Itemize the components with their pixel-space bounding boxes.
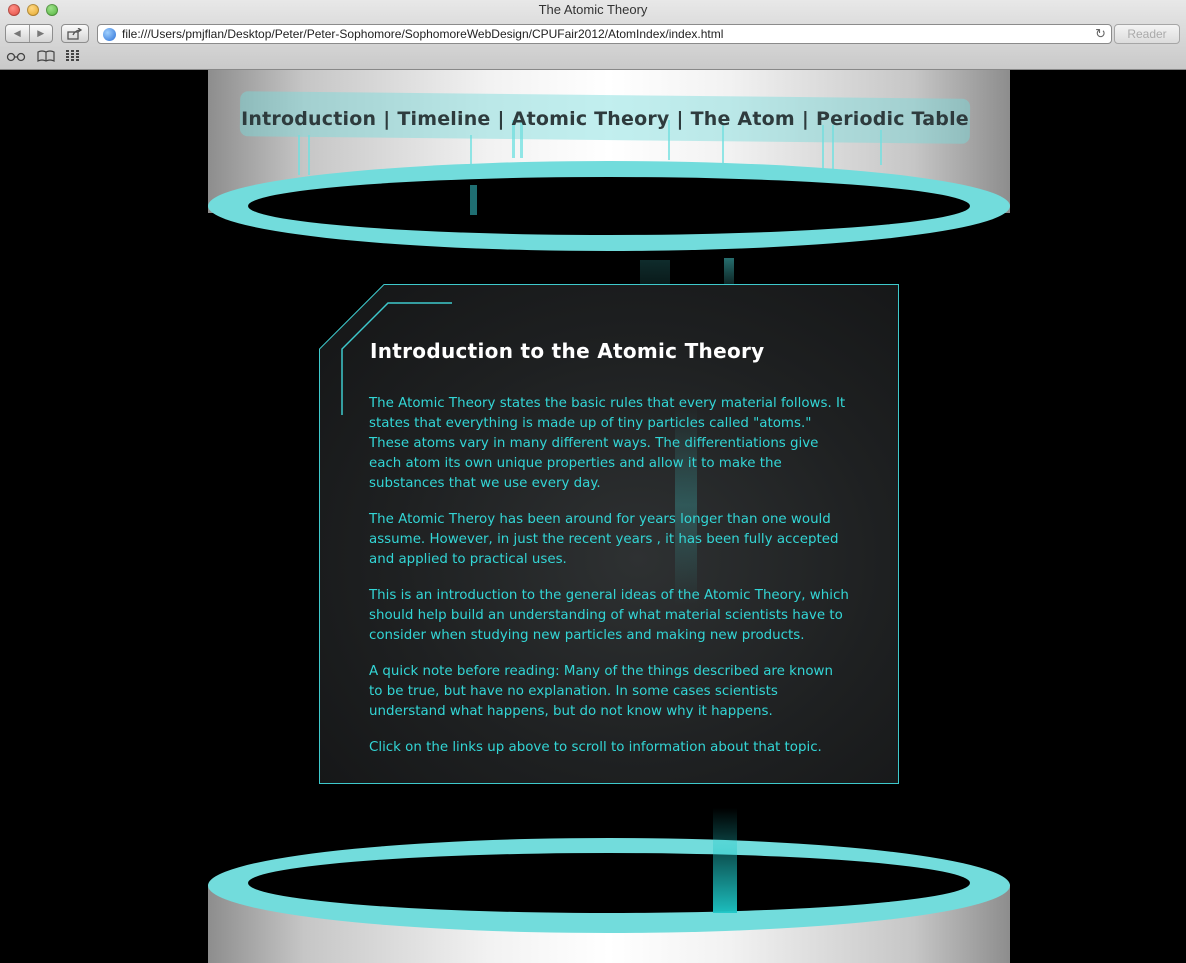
main-navigation: Introduction | Timeline | Atomic Theory …	[240, 96, 970, 141]
reader-button[interactable]: Reader	[1114, 24, 1180, 44]
intro-paragraph: This is an introduction to the general i…	[369, 588, 849, 643]
url-text[interactable]: file:///Users/pmjflan/Desktop/Peter/Pete…	[122, 27, 1095, 41]
bookmarks-book-icon[interactable]	[37, 50, 55, 65]
nav-separator: |	[801, 107, 809, 130]
nav-link-periodic-table[interactable]: Periodic Table	[816, 108, 969, 130]
intro-paragraph: The Atomic Theroy has been around for ye…	[369, 512, 839, 567]
bookmarks-bar	[6, 50, 80, 65]
share-icon	[67, 27, 83, 40]
page-content: Introduction | Timeline | Atomic Theory …	[0, 70, 1186, 963]
forward-arrow-icon: ▶	[37, 28, 45, 39]
intro-body: The Atomic Theory states the basic rules…	[369, 394, 849, 774]
bottom-ring-opening	[248, 853, 970, 913]
intro-heading: Introduction to the Atomic Theory	[370, 339, 765, 363]
top-ring-opening	[248, 177, 970, 235]
circuit-line	[308, 135, 310, 175]
intro-paragraph: A quick note before reading: Many of the…	[369, 664, 833, 719]
globe-icon	[103, 27, 116, 41]
top-sites-grid-icon[interactable]	[66, 50, 80, 65]
nav-separator: |	[676, 107, 684, 130]
intro-paragraph: Click on the links up above to scroll to…	[369, 740, 822, 755]
reload-icon[interactable]: ↻	[1095, 27, 1106, 42]
address-bar[interactable]: file:///Users/pmjflan/Desktop/Peter/Pete…	[97, 24, 1112, 44]
browser-toolbar: The Atomic Theory ◀ ▶ file:///Users/pmjf…	[0, 0, 1186, 70]
light-beam	[470, 185, 477, 215]
reading-list-icon[interactable]	[6, 51, 26, 65]
history-nav: ◀ ▶	[5, 24, 53, 43]
intro-paragraph: The Atomic Theory states the basic rules…	[369, 396, 846, 491]
circuit-line	[298, 135, 300, 175]
back-arrow-icon: ◀	[13, 28, 21, 39]
nav-link-the-atom[interactable]: The Atom	[691, 108, 795, 130]
nav-link-atomic-theory[interactable]: Atomic Theory	[512, 108, 670, 130]
window-title: The Atomic Theory	[538, 2, 648, 17]
nav-link-introduction[interactable]: Introduction	[241, 108, 376, 130]
light-beam-bottom	[713, 808, 737, 913]
nav-separator: |	[497, 107, 505, 130]
nav-link-timeline[interactable]: Timeline	[397, 108, 490, 130]
share-button[interactable]	[61, 24, 89, 43]
intro-panel: Introduction to the Atomic Theory The At…	[319, 284, 899, 784]
back-button[interactable]: ◀	[6, 25, 29, 42]
nav-separator: |	[383, 107, 391, 130]
forward-button[interactable]: ▶	[28, 25, 53, 42]
